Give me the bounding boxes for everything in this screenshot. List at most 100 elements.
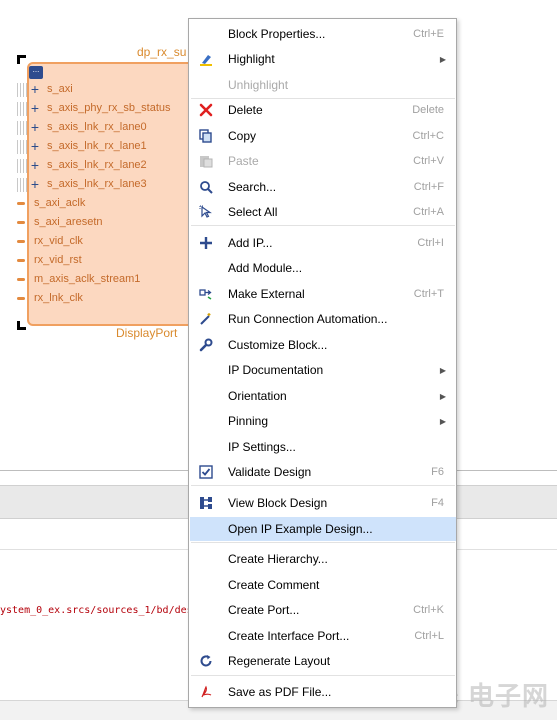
- menu-item-create-hierarchy[interactable]: Create Hierarchy...: [190, 547, 456, 571]
- menu-item-block-properties[interactable]: Block Properties... Ctrl+E: [190, 22, 456, 46]
- pin-port[interactable]: s_axi_aresetn: [17, 214, 103, 230]
- menu-item-label: IP Settings...: [228, 440, 296, 454]
- menu-item-delete[interactable]: Delete Delete: [190, 98, 456, 122]
- validate-check-icon: [198, 464, 214, 480]
- menu-item-add-module[interactable]: Add Module...: [190, 256, 456, 280]
- submenu-arrow-icon: ▶: [439, 391, 446, 401]
- menu-item-orientation[interactable]: Orientation ▶: [190, 384, 456, 408]
- menu-item-label: Create Interface Port...: [228, 629, 350, 643]
- interface-port[interactable]: + s_axi: [17, 81, 73, 97]
- interface-port[interactable]: + s_axis_lnk_rx_lane0: [17, 119, 147, 135]
- menu-item-ip-settings[interactable]: IP Settings...: [190, 435, 456, 459]
- menu-item-ip-documentation[interactable]: IP Documentation ▶: [190, 358, 456, 382]
- menu-item-create-comment[interactable]: Create Comment: [190, 573, 456, 597]
- menu-item-label: Unhighlight: [228, 78, 289, 92]
- console-log-line: ystem_0_ex.srcs/sources_1/bd/desig: [0, 605, 205, 616]
- plus-icon: [198, 235, 214, 251]
- expand-plus-icon[interactable]: +: [29, 120, 41, 134]
- expand-plus-icon[interactable]: +: [29, 139, 41, 153]
- menu-item-shortcut: Ctrl+L: [414, 630, 444, 642]
- port-label: s_axis_lnk_rx_lane1: [47, 140, 147, 152]
- port-label: s_axis_lnk_rx_lane2: [47, 159, 147, 171]
- select-all-icon: [198, 204, 214, 220]
- pin-port[interactable]: rx_vid_rst: [17, 252, 82, 268]
- menu-item-regenerate-layout[interactable]: Regenerate Layout: [190, 649, 456, 673]
- port-label: rx_vid_rst: [34, 254, 82, 266]
- menu-item-pinning[interactable]: Pinning ▶: [190, 409, 456, 433]
- menu-item-label: Add IP...: [228, 236, 273, 250]
- pin-port[interactable]: rx_vid_clk: [17, 233, 83, 249]
- menu-item-label: Paste: [228, 154, 259, 168]
- copy-icon: [198, 128, 214, 144]
- menu-item-label: Validate Design: [228, 465, 312, 479]
- menu-item-shortcut: Ctrl+K: [413, 604, 444, 616]
- expand-plus-icon[interactable]: +: [29, 101, 41, 115]
- menu-item-make-external[interactable]: Make External Ctrl+T: [190, 282, 456, 306]
- menu-item-validate-design[interactable]: Validate Design F6: [190, 460, 456, 484]
- pin-stub: [17, 220, 25, 224]
- menu-item-open-ip-example-design[interactable]: Open IP Example Design...: [190, 517, 456, 541]
- menu-item-customize-block[interactable]: Customize Block...: [190, 333, 456, 357]
- interface-port[interactable]: + s_axis_lnk_rx_lane1: [17, 138, 147, 154]
- menu-item-add-ip[interactable]: Add IP... Ctrl+I: [190, 231, 456, 255]
- menu-item-label: Copy: [228, 129, 257, 143]
- interface-port[interactable]: + s_axis_lnk_rx_lane2: [17, 157, 147, 173]
- menu-item-unhighlight[interactable]: Unhighlight: [190, 73, 456, 97]
- interface-port[interactable]: + s_axis_lnk_rx_lane3: [17, 176, 147, 192]
- port-label: rx_lnk_clk: [34, 292, 83, 304]
- pin-stub: [17, 277, 25, 281]
- pin-port[interactable]: rx_lnk_clk: [17, 290, 83, 306]
- interface-port[interactable]: + s_axis_phy_rx_sb_status: [17, 100, 171, 116]
- menu-item-highlight[interactable]: Highlight ▶: [190, 47, 456, 71]
- expand-plus-icon[interactable]: +: [29, 177, 41, 191]
- menu-item-shortcut: F6: [431, 466, 444, 478]
- ip-type-label: DisplayPort: [116, 326, 178, 340]
- menu-item-label: Create Port...: [228, 603, 300, 617]
- port-label: s_axi_aresetn: [34, 216, 103, 228]
- menu-item-shortcut: Delete: [412, 104, 444, 116]
- menu-item-view-block-design[interactable]: View Block Design F4: [190, 491, 456, 515]
- submenu-arrow-icon: ▶: [439, 365, 446, 375]
- menu-item-label: Make External: [228, 287, 305, 301]
- menu-item-save-as-pdf[interactable]: Save as PDF File...: [190, 680, 456, 704]
- menu-item-shortcut: Ctrl+E: [413, 28, 444, 40]
- menu-item-label: Highlight: [228, 52, 275, 66]
- menu-item-copy[interactable]: Copy Ctrl+C: [190, 124, 456, 148]
- ip-block-menu-icon[interactable]: ...: [29, 66, 43, 79]
- menu-item-shortcut: Ctrl+C: [412, 130, 444, 142]
- menu-item-shortcut: F4: [431, 497, 444, 509]
- search-icon: [198, 179, 214, 195]
- submenu-arrow-icon: ▶: [439, 54, 446, 64]
- pin-port[interactable]: s_axi_aclk: [17, 195, 85, 211]
- menu-item-create-interface-port[interactable]: Create Interface Port... Ctrl+L: [190, 624, 456, 648]
- menu-item-select-all[interactable]: Select All Ctrl+A: [190, 200, 456, 224]
- menu-item-label: Orientation: [228, 389, 287, 403]
- expand-plus-icon[interactable]: +: [29, 82, 41, 96]
- pin-stub: [17, 296, 25, 300]
- port-label: s_axis_phy_rx_sb_status: [47, 102, 171, 114]
- menu-item-shortcut: Ctrl+V: [413, 155, 444, 167]
- selection-corner: [17, 321, 26, 330]
- pin-stub: [17, 258, 25, 262]
- menu-item-label: Customize Block...: [228, 338, 328, 352]
- menu-item-label: Create Comment: [228, 578, 320, 592]
- menu-item-label: Save as PDF File...: [228, 685, 332, 699]
- menu-item-create-port[interactable]: Create Port... Ctrl+K: [190, 598, 456, 622]
- wrench-icon: [198, 337, 214, 353]
- menu-item-run-connection-automation[interactable]: Run Connection Automation...: [190, 307, 456, 331]
- block-design-icon: [198, 495, 214, 511]
- selection-corner: [17, 55, 26, 64]
- highlight-pen-icon: [198, 51, 214, 67]
- menu-item-search[interactable]: Search... Ctrl+F: [190, 175, 456, 199]
- menu-item-shortcut: Ctrl+T: [413, 288, 444, 300]
- wand-icon: [198, 311, 214, 327]
- pin-port[interactable]: m_axis_aclk_stream1: [17, 271, 140, 287]
- menu-item-shortcut: Ctrl+I: [417, 237, 444, 249]
- paste-icon: [198, 153, 214, 169]
- menu-item-label: Delete: [228, 103, 263, 117]
- pin-stub: [17, 201, 25, 205]
- menu-item-paste[interactable]: Paste Ctrl+V: [190, 149, 456, 173]
- port-label: s_axis_lnk_rx_lane0: [47, 121, 147, 133]
- expand-plus-icon[interactable]: +: [29, 158, 41, 172]
- ip-instance-name: dp_rx_su: [137, 45, 187, 59]
